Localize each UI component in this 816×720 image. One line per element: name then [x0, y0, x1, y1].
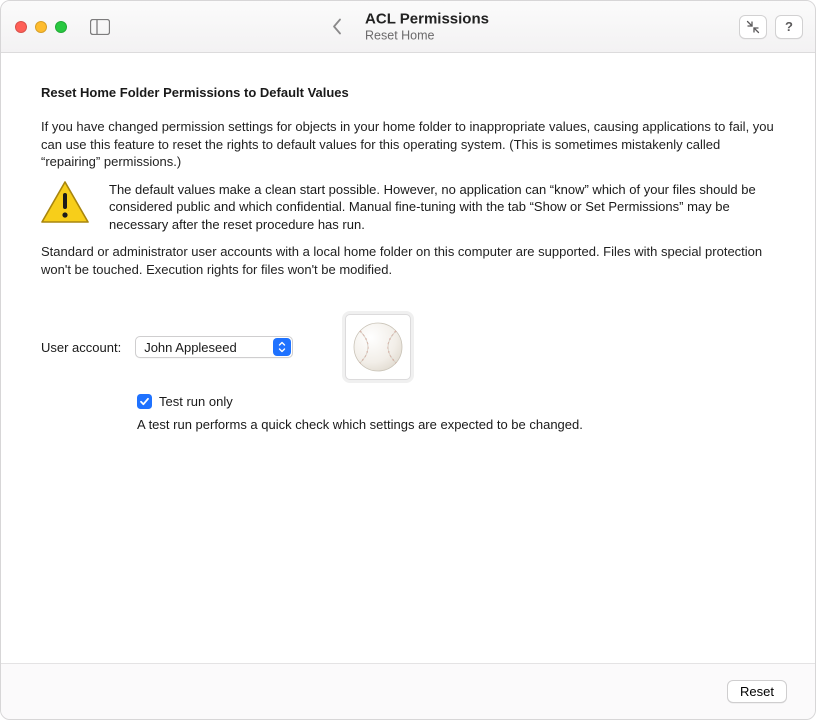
minimize-window-button[interactable]	[35, 21, 47, 33]
title-area: ACL Permissions Reset Home	[327, 10, 489, 43]
reset-button[interactable]: Reset	[727, 680, 787, 703]
question-mark-icon: ?	[785, 19, 793, 34]
window-title: ACL Permissions	[365, 10, 489, 28]
zoom-window-button[interactable]	[55, 21, 67, 33]
account-row: User account: John Appleseed	[41, 314, 775, 380]
warning-row: The default values make a clean start po…	[41, 181, 775, 234]
account-select[interactable]: John Appleseed	[135, 336, 293, 358]
warning-text: The default values make a clean start po…	[109, 181, 775, 234]
sidebar-toggle-button[interactable]	[89, 18, 111, 36]
help-button[interactable]: ?	[775, 15, 803, 39]
chevron-left-icon	[331, 18, 343, 36]
titlebar: ACL Permissions Reset Home ?	[1, 1, 815, 53]
warning-icon	[41, 181, 89, 223]
test-run-row: Test run only	[137, 394, 775, 409]
checkmark-icon	[139, 396, 150, 407]
toolbar-right: ?	[739, 15, 803, 39]
page-heading: Reset Home Folder Permissions to Default…	[41, 85, 775, 100]
up-down-chevron-icon	[277, 340, 287, 354]
footer: Reset	[1, 663, 815, 719]
back-button[interactable]	[327, 13, 347, 41]
test-run-hint: A test run performs a quick check which …	[137, 417, 775, 432]
account-avatar	[345, 314, 411, 380]
collapse-button[interactable]	[739, 15, 767, 39]
window-subtitle: Reset Home	[365, 28, 489, 43]
window-controls	[15, 21, 67, 33]
window: ACL Permissions Reset Home ? R	[0, 0, 816, 720]
account-selected-value: John Appleseed	[144, 340, 237, 355]
collapse-icon	[746, 20, 760, 34]
support-paragraph: Standard or administrator user accounts …	[41, 243, 775, 278]
baseball-icon	[352, 321, 404, 373]
close-window-button[interactable]	[15, 21, 27, 33]
select-dropdown-handle[interactable]	[273, 338, 291, 356]
sidebar-icon	[90, 19, 110, 35]
test-run-label: Test run only	[159, 394, 233, 409]
intro-paragraph: If you have changed permission settings …	[41, 118, 775, 171]
test-run-checkbox[interactable]	[137, 394, 152, 409]
account-label: User account:	[41, 340, 121, 355]
content-area: Reset Home Folder Permissions to Default…	[1, 53, 815, 663]
